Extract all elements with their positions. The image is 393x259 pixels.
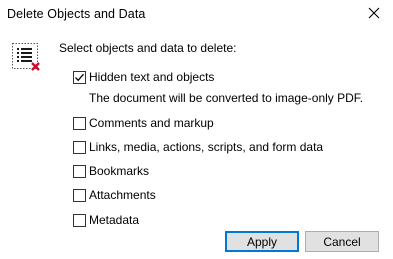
checkbox-box[interactable]: [73, 140, 86, 154]
checkbox-box[interactable]: [73, 70, 86, 84]
checkbox-box[interactable]: [73, 213, 86, 227]
checkbox-comments[interactable]: Comments and markup: [73, 115, 214, 131]
checkbox-label: Links, media, actions, scripts, and form…: [89, 140, 324, 154]
instruction-text: Select objects and data to delete:: [59, 41, 237, 55]
dialog-title: Delete Objects and Data: [7, 7, 146, 21]
checkbox-metadata[interactable]: Metadata: [73, 212, 139, 228]
apply-button[interactable]: Apply: [225, 231, 299, 252]
conversion-note: The document will be converted to image-…: [89, 91, 364, 105]
title-bar: Delete Objects and Data: [0, 0, 393, 30]
checkbox-hidden-text[interactable]: Hidden text and objects: [73, 69, 214, 85]
cancel-button[interactable]: Cancel: [305, 231, 379, 252]
list-delete-icon: [11, 41, 43, 73]
checkbox-label: Comments and markup: [89, 116, 214, 130]
checkbox-box[interactable]: [73, 164, 86, 178]
checkbox-attachments[interactable]: Attachments: [73, 187, 156, 203]
close-icon: [368, 6, 380, 24]
checkbox-bookmarks[interactable]: Bookmarks: [73, 163, 149, 179]
checkbox-links-media[interactable]: Links, media, actions, scripts, and form…: [73, 139, 323, 155]
checkbox-label: Bookmarks: [89, 164, 150, 178]
checkbox-box[interactable]: [73, 188, 86, 202]
delete-objects-dialog: Delete Objects and Data Select objects a…: [0, 0, 393, 259]
checkbox-label: Attachments: [89, 188, 156, 202]
close-button[interactable]: [357, 0, 391, 30]
checkbox-box[interactable]: [73, 116, 86, 130]
checkbox-label: Hidden text and objects: [89, 70, 215, 84]
checkbox-label: Metadata: [89, 213, 140, 227]
